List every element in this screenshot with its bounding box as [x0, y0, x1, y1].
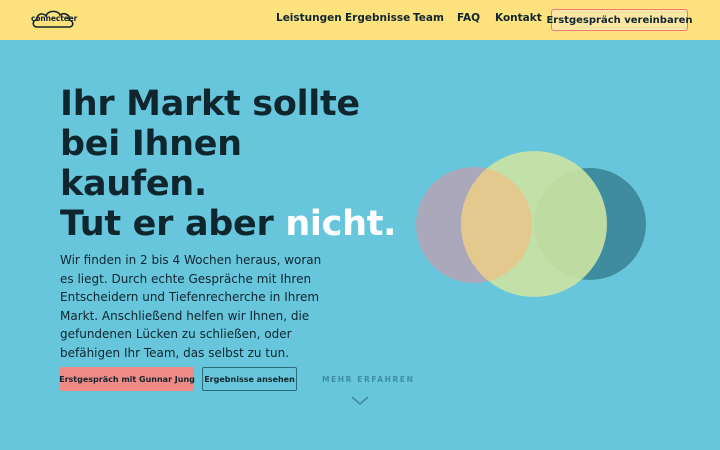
headline-accent: nicht. [285, 204, 397, 244]
venn-illustration [416, 151, 646, 297]
logo[interactable]: connecteer [31, 8, 78, 33]
headline-prefix: Tut er aber [60, 204, 286, 244]
learn-more-link[interactable]: MEHR ERFAHREN [322, 375, 414, 384]
chevron-down-icon[interactable] [351, 396, 369, 406]
headline-line-1: Ihr Markt sollte [60, 84, 360, 124]
view-results-button[interactable]: Ergebnisse ansehen [202, 367, 297, 391]
logo-text: connecteer [31, 14, 78, 23]
headline-line-4: Tut er aber nicht. [60, 204, 396, 244]
book-call-button[interactable]: Erstgespräch mit Gunnar Jung [59, 367, 195, 391]
site-header: connecteer Leistungen Ergebnisse Team FA… [0, 0, 720, 40]
nav-faq[interactable]: FAQ [457, 12, 480, 24]
hero-headline: Ihr Markt sollte bei Ihnen kaufen. Tut e… [60, 84, 396, 244]
header-cta-button[interactable]: Erstgespräch vereinbaren [546, 9, 693, 31]
nav-leistungen[interactable]: Leistungen [276, 12, 342, 24]
hero-body-text: Wir finden in 2 bis 4 Wochen heraus, wor… [60, 253, 322, 360]
headline-line-2: bei Ihnen [60, 124, 242, 164]
headline-line-3: kaufen. [60, 164, 207, 204]
nav-kontakt[interactable]: Kontakt [495, 12, 542, 24]
nav-team[interactable]: Team [413, 12, 444, 24]
nav-ergebnisse[interactable]: Ergebnisse [345, 12, 410, 24]
